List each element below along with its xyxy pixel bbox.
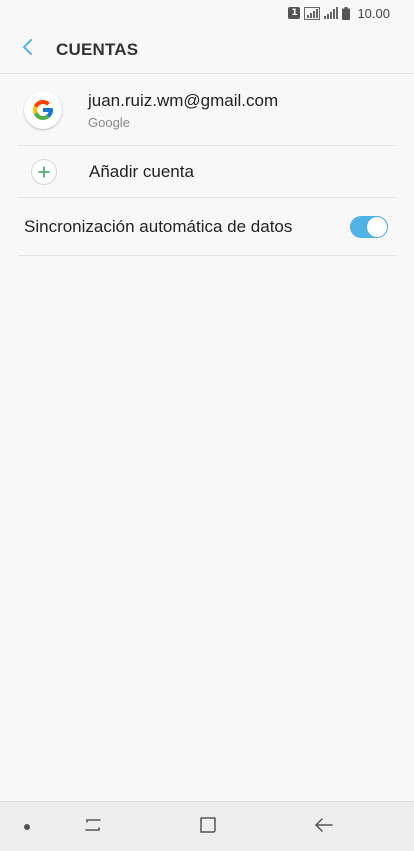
status-bar: 1 10.00: [0, 0, 414, 26]
nav-dot-icon[interactable]: [24, 824, 30, 830]
recent-apps-button[interactable]: [81, 815, 105, 839]
auto-sync-row[interactable]: Sincronización automática de datos: [18, 198, 396, 256]
account-text: juan.ruiz.wm@gmail.com Google: [88, 91, 278, 130]
google-logo-icon: [24, 91, 62, 129]
back-button[interactable]: [0, 26, 56, 74]
account-type: Google: [88, 114, 130, 130]
signal-strength-icon: [324, 7, 339, 19]
auto-sync-label: Sincronización automática de datos: [24, 216, 293, 236]
arrow-left-icon: [314, 817, 334, 838]
sim-badge: 1: [288, 7, 301, 19]
add-account-row[interactable]: Añadir cuenta: [18, 146, 396, 198]
account-row-google[interactable]: juan.ruiz.wm@gmail.com Google: [18, 75, 396, 146]
nav-back-button[interactable]: [312, 815, 336, 839]
recent-apps-icon: [83, 817, 103, 838]
accounts-list: juan.ruiz.wm@gmail.com Google Añadir cue…: [0, 75, 414, 256]
screen: 1 10.00 CUENTAS juan.ruiz.wm@gmail.com G…: [0, 0, 414, 851]
status-time: 10.00: [357, 5, 390, 21]
auto-sync-toggle[interactable]: [350, 215, 388, 238]
app-header: CUENTAS: [0, 26, 414, 74]
signal-icon: [304, 6, 321, 20]
battery-icon: [342, 6, 351, 20]
page-title: CUENTAS: [56, 39, 139, 59]
home-button[interactable]: [196, 815, 220, 839]
add-account-label: Añadir cuenta: [89, 161, 194, 181]
toggle-knob: [367, 216, 387, 237]
account-email: juan.ruiz.wm@gmail.com: [88, 90, 279, 110]
chevron-left-icon: [22, 38, 34, 61]
home-icon: [199, 816, 217, 839]
plus-icon: [31, 158, 57, 185]
navigation-bar: [0, 801, 414, 851]
